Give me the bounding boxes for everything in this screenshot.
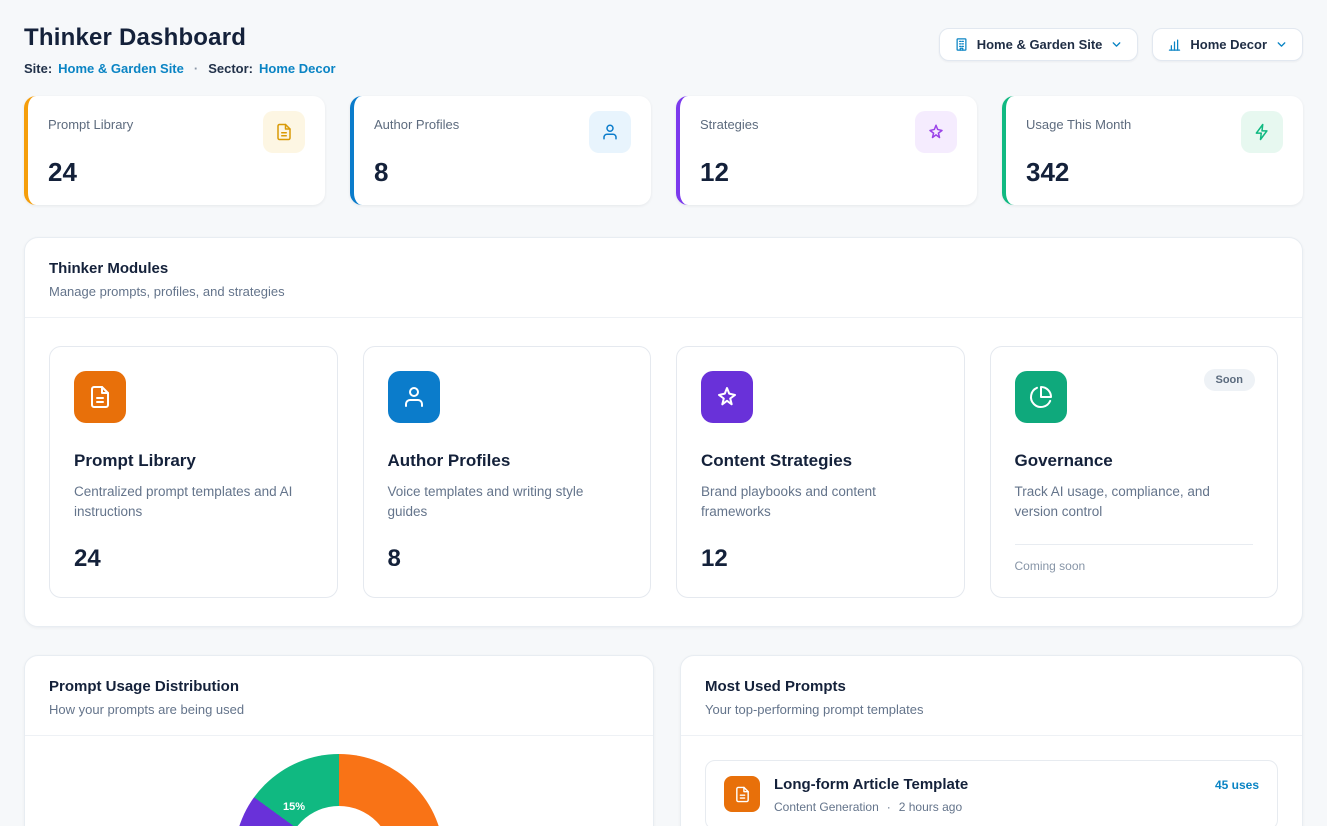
header-actions: Home & Garden Site Home Decor [939, 28, 1303, 61]
page-header: Thinker Dashboard Site: Home & Garden Si… [24, 20, 1303, 76]
lightning-icon [1241, 111, 1283, 153]
building-icon [954, 37, 969, 52]
usage-title: Prompt Usage Distribution [49, 678, 629, 695]
coming-soon-label: Coming soon [1015, 545, 1254, 573]
stat-label: Usage This Month [1026, 111, 1131, 132]
chevron-down-icon [1110, 38, 1123, 51]
usage-subtitle: How your prompts are being used [49, 702, 629, 717]
sparkle-icon [915, 111, 957, 153]
most-used-prompts-card: Most Used Prompts Your top-performing pr… [680, 655, 1303, 826]
donut-chart[interactable]: 15% [234, 754, 444, 826]
stats-row: Prompt Library 24 Author Profiles 8 Stra… [24, 96, 1303, 205]
module-title: Prompt Library [74, 451, 313, 471]
module-card-governance[interactable]: Soon Governance Track AI usage, complian… [990, 346, 1279, 598]
site-label: Site: [24, 61, 52, 76]
prompt-title: Long-form Article Template [774, 776, 1201, 793]
sector-value-link[interactable]: Home Decor [259, 61, 336, 76]
chevron-down-icon [1275, 38, 1288, 51]
module-card-author-profiles[interactable]: Author Profiles Voice templates and writ… [363, 346, 652, 598]
site-dropdown-label: Home & Garden Site [977, 37, 1103, 52]
pie-chart-icon [1015, 371, 1067, 423]
modules-grid: Prompt Library Centralized prompt templa… [25, 318, 1302, 626]
document-icon [724, 776, 760, 812]
module-count: 8 [388, 529, 627, 573]
separator-dot: · [194, 61, 198, 76]
prompt-uses-badge: 45 uses [1215, 776, 1259, 792]
sector-dropdown-label: Home Decor [1190, 37, 1267, 52]
module-description: Centralized prompt templates and AI inst… [74, 482, 313, 523]
module-count: 12 [701, 529, 940, 573]
prompts-header: Most Used Prompts Your top-performing pr… [681, 656, 1302, 735]
module-title: Content Strategies [701, 451, 940, 471]
site-sector-breadcrumb: Site: Home & Garden Site · Sector: Home … [24, 61, 336, 76]
stat-label: Prompt Library [48, 111, 133, 132]
module-description: Brand playbooks and content frameworks [701, 482, 940, 523]
document-icon [263, 111, 305, 153]
thinker-modules-panel: Thinker Modules Manage prompts, profiles… [24, 237, 1303, 627]
module-count: 24 [74, 529, 313, 573]
modules-header: Thinker Modules Manage prompts, profiles… [25, 238, 1302, 317]
separator-dot: · [887, 800, 891, 814]
donut-segment-label: 15% [283, 801, 305, 813]
stat-card-author-profiles[interactable]: Author Profiles 8 [350, 96, 651, 205]
person-icon [589, 111, 631, 153]
prompt-info: Long-form Article Template Content Gener… [774, 776, 1201, 814]
bottom-row: Prompt Usage Distribution How your promp… [24, 655, 1303, 826]
list-item[interactable]: Long-form Article Template Content Gener… [705, 760, 1278, 826]
chart-area: 15% [25, 736, 653, 826]
person-icon [388, 371, 440, 423]
prompt-usage-card: Prompt Usage Distribution How your promp… [24, 655, 654, 826]
prompt-time: 2 hours ago [899, 800, 962, 814]
stat-card-prompt-library[interactable]: Prompt Library 24 [24, 96, 325, 205]
document-icon [74, 371, 126, 423]
sparkle-icon [701, 371, 753, 423]
modules-title: Thinker Modules [49, 260, 1278, 277]
prompts-subtitle: Your top-performing prompt templates [705, 702, 1278, 717]
header-left: Thinker Dashboard Site: Home & Garden Si… [24, 20, 336, 76]
stat-label: Strategies [700, 111, 759, 132]
prompt-meta: Content Generation · 2 hours ago [774, 800, 1201, 814]
sector-label: Sector: [208, 61, 253, 76]
soon-badge: Soon [1204, 369, 1256, 391]
module-card-content-strategies[interactable]: Content Strategies Brand playbooks and c… [676, 346, 965, 598]
prompt-category: Content Generation [774, 800, 879, 814]
module-title: Governance [1015, 451, 1254, 471]
stat-value: 24 [48, 157, 305, 188]
stat-value: 12 [700, 157, 957, 188]
bar-chart-icon [1167, 37, 1182, 52]
dashboard-page: Thinker Dashboard Site: Home & Garden Si… [0, 0, 1327, 826]
modules-subtitle: Manage prompts, profiles, and strategies [49, 284, 1278, 299]
module-description: Voice templates and writing style guides [388, 482, 627, 523]
site-dropdown[interactable]: Home & Garden Site [939, 28, 1139, 61]
prompts-list: Long-form Article Template Content Gener… [681, 736, 1302, 826]
module-title: Author Profiles [388, 451, 627, 471]
usage-header: Prompt Usage Distribution How your promp… [25, 656, 653, 735]
module-description: Track AI usage, compliance, and version … [1015, 482, 1254, 523]
prompts-title: Most Used Prompts [705, 678, 1278, 695]
stat-value: 342 [1026, 157, 1283, 188]
module-card-prompt-library[interactable]: Prompt Library Centralized prompt templa… [49, 346, 338, 598]
stat-card-strategies[interactable]: Strategies 12 [676, 96, 977, 205]
sector-dropdown[interactable]: Home Decor [1152, 28, 1303, 61]
page-title: Thinker Dashboard [24, 24, 336, 52]
site-value-link[interactable]: Home & Garden Site [58, 61, 184, 76]
stat-label: Author Profiles [374, 111, 459, 132]
stat-value: 8 [374, 157, 631, 188]
stat-card-usage[interactable]: Usage This Month 342 [1002, 96, 1303, 205]
